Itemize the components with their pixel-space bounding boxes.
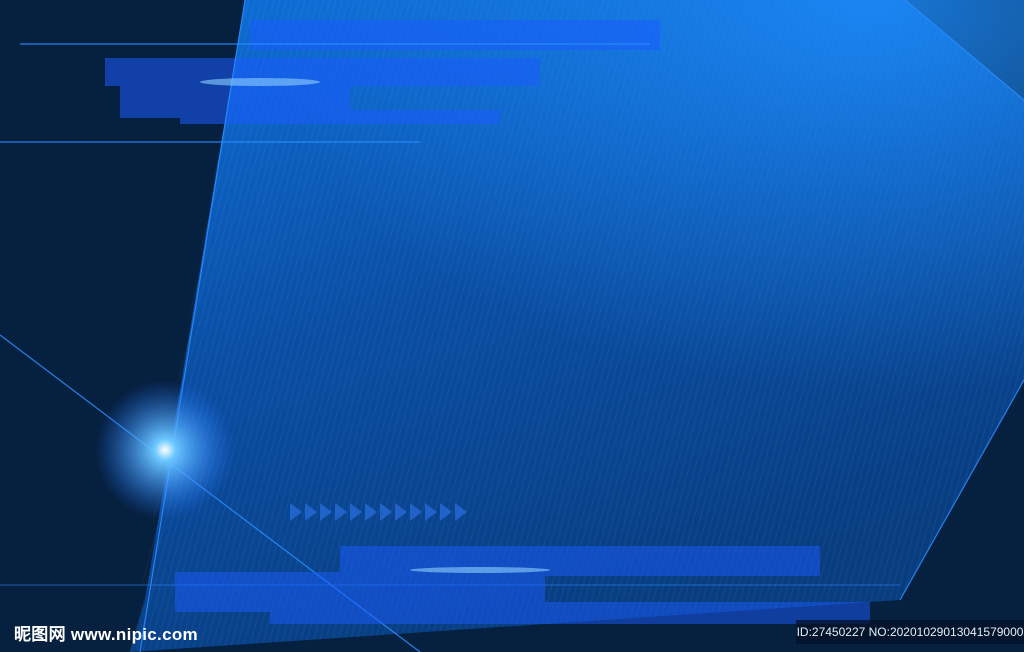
nipic-watermark: 昵图网 www.nipic.com <box>14 625 198 644</box>
lens-flare <box>95 380 235 520</box>
image-id-watermark: ID:27450227 NO:20201029013041579000 <box>796 620 1024 644</box>
abstract-tech-background <box>0 0 1024 652</box>
